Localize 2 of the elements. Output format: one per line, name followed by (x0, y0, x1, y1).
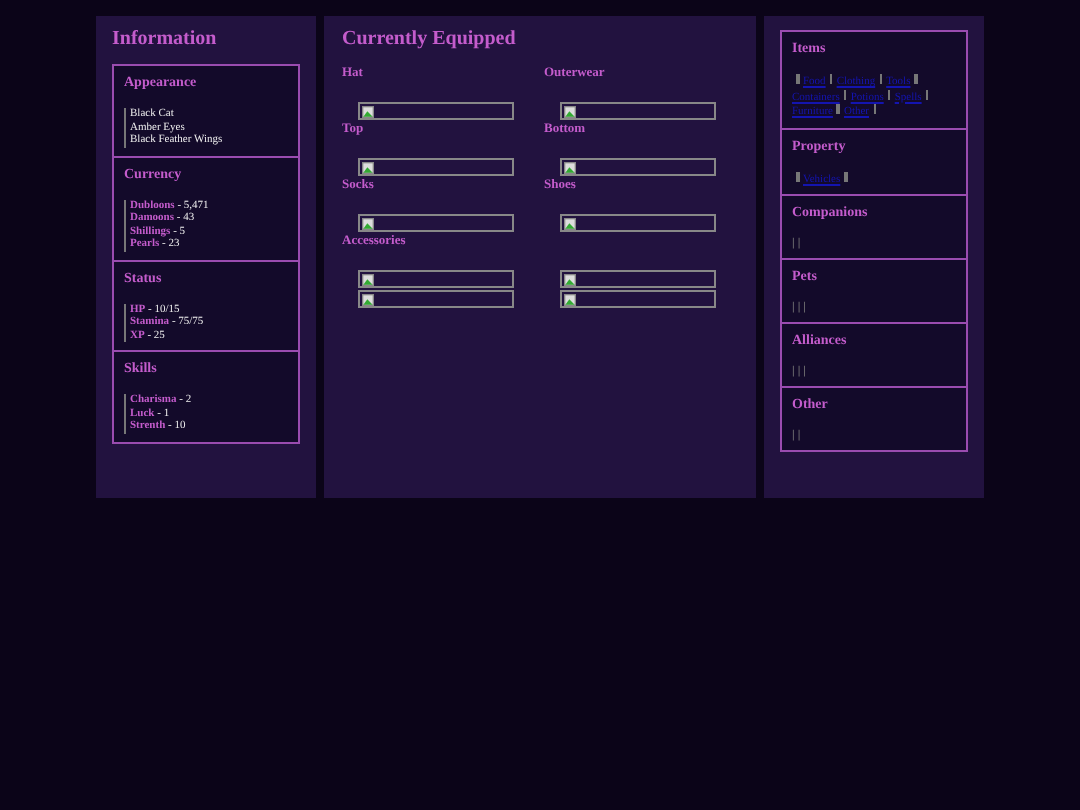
panel-title: Information (112, 28, 219, 50)
panel-title: Currently Equipped (342, 28, 518, 50)
